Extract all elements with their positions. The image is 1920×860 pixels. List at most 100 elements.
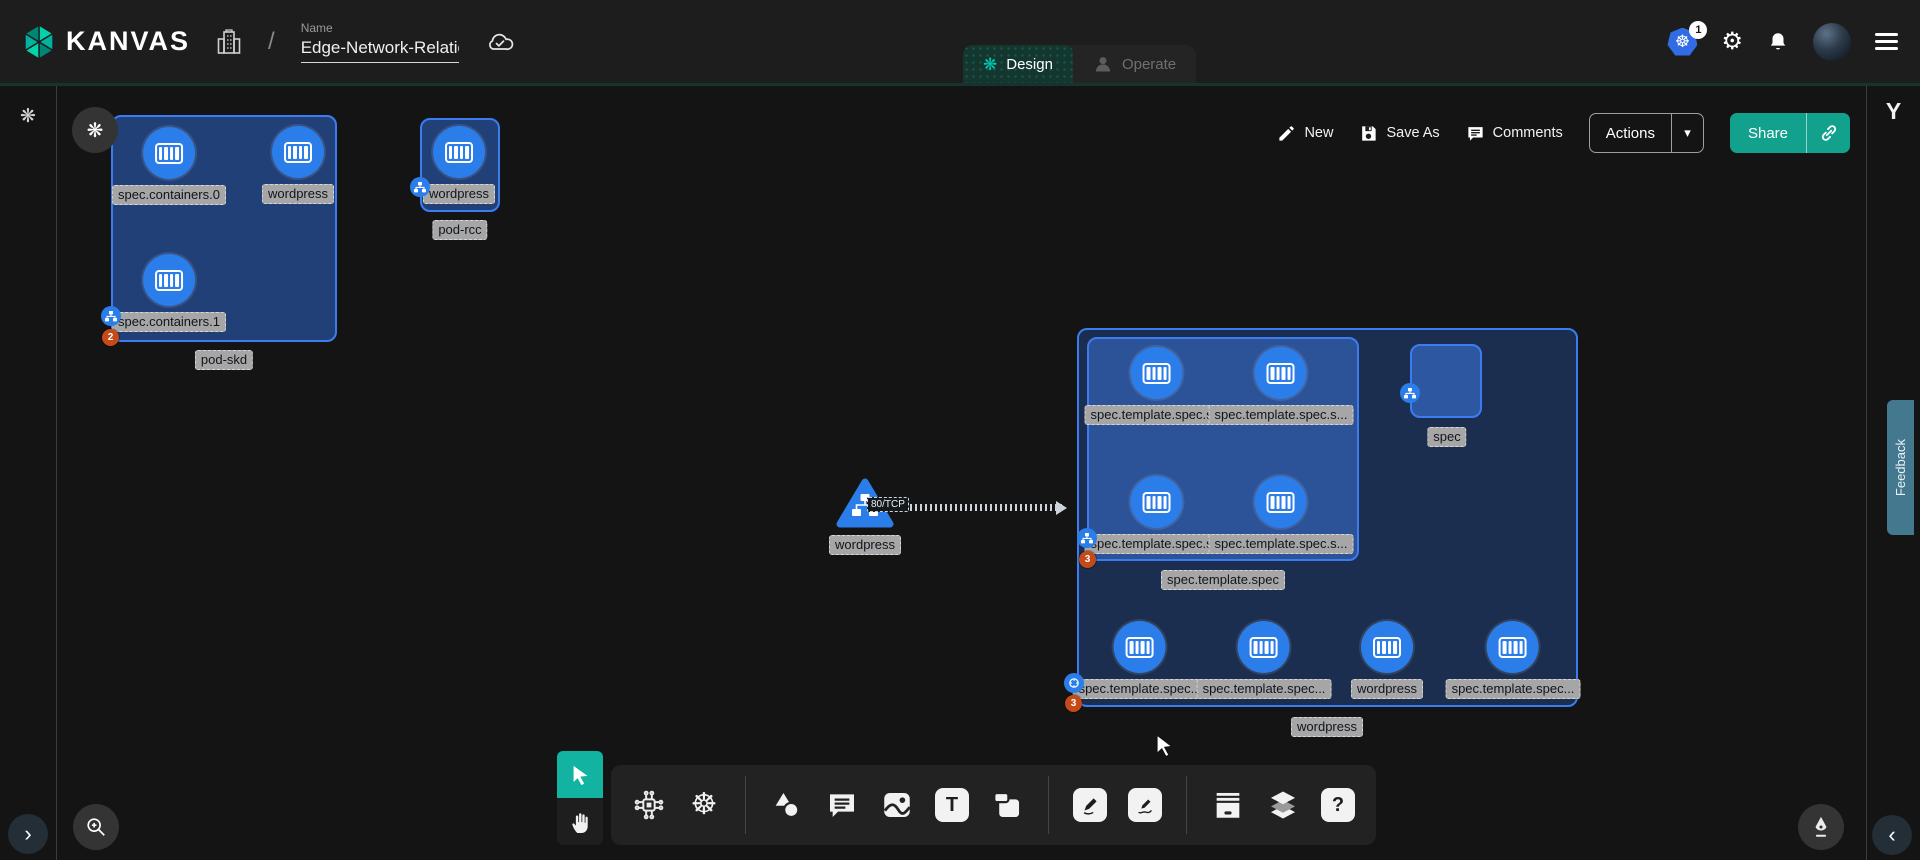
pod-relationship-badge[interactable]	[101, 306, 121, 326]
chevron-left-icon: ‹	[1888, 822, 1895, 848]
brand[interactable]: KANVAS	[22, 23, 190, 61]
feedback-tab[interactable]: Feedback	[1887, 400, 1914, 535]
expand-left-panel-button[interactable]: ›	[8, 814, 48, 854]
pod-relationship-badge[interactable]	[410, 177, 430, 197]
error-count-badge[interactable]: 3	[1065, 695, 1082, 712]
kubernetes-tool[interactable]: ☸	[684, 785, 724, 825]
share-button-label[interactable]: Share	[1730, 113, 1806, 153]
container-icon	[1114, 621, 1166, 673]
container-node[interactable]: wordpress	[1351, 621, 1423, 699]
notifications-bell-icon[interactable]	[1767, 30, 1789, 54]
pen-tool[interactable]	[1070, 785, 1110, 825]
image-tool[interactable]	[877, 785, 917, 825]
group-label: pod-rcc	[432, 220, 487, 240]
container-node[interactable]: spec.containers.0	[112, 127, 226, 205]
hamburger-menu-icon[interactable]	[1875, 33, 1898, 50]
tab-operate[interactable]: Operate	[1073, 45, 1196, 83]
shapes-tool[interactable]	[767, 785, 807, 825]
component-tool[interactable]	[629, 785, 669, 825]
service-node[interactable]: wordpress	[829, 478, 901, 555]
container-node[interactable]: spec.template.spec.s...	[1209, 476, 1354, 554]
organization-icon[interactable]	[216, 28, 242, 56]
container-node[interactable]: wordpress	[262, 126, 334, 204]
comment-tool[interactable]	[822, 785, 862, 825]
comment-tool-icon	[826, 789, 858, 821]
text-tool-icon: T	[935, 788, 969, 822]
pencil-icon	[1277, 124, 1296, 143]
new-button[interactable]: New	[1277, 124, 1333, 143]
cursor-icon	[569, 764, 591, 786]
text-tool[interactable]: T	[932, 785, 972, 825]
save-icon	[1359, 124, 1378, 143]
share-split-button[interactable]: Share	[1730, 113, 1850, 153]
spec-node[interactable]	[1410, 344, 1482, 418]
cloud-saved-icon	[485, 30, 515, 54]
design-name-block: Name	[301, 21, 459, 63]
pan-tool[interactable]	[557, 798, 603, 845]
share-link-icon[interactable]	[1806, 113, 1850, 153]
design-tab-label: Design	[1006, 56, 1053, 73]
caret-down-icon[interactable]: ▾	[1671, 114, 1703, 152]
chip-icon	[632, 788, 666, 822]
design-name-label: Name	[301, 21, 459, 35]
note-icon	[990, 788, 1024, 822]
layers-icon	[1266, 788, 1300, 822]
collapse-right-panel-button[interactable]: ‹	[1872, 815, 1912, 855]
app-header: KANVAS / Name	[0, 0, 1920, 86]
breadcrumb-separator: /	[268, 28, 275, 56]
question-icon: ?	[1321, 788, 1355, 822]
container-node[interactable]: wordpress	[423, 126, 495, 204]
actions-split-button[interactable]: Actions ▾	[1589, 113, 1704, 153]
select-tool[interactable]	[557, 751, 603, 798]
container-icon	[143, 127, 195, 179]
tab-design[interactable]: ❋ Design	[963, 45, 1073, 83]
shapes-icon	[770, 788, 804, 822]
kanvas-logo-icon	[22, 23, 56, 61]
freehand-pencil-icon	[1128, 788, 1162, 822]
canvas-flower-button[interactable]: ❋	[72, 107, 118, 153]
brand-name: KANVAS	[66, 26, 190, 57]
layers-tool[interactable]	[1263, 785, 1303, 825]
drawer-icon	[1211, 788, 1245, 822]
design-name-input[interactable]	[301, 37, 459, 63]
edge-port-label: 80/TCP	[867, 497, 909, 512]
container-node[interactable]: spec.template.spec.s...	[1209, 347, 1354, 425]
drawer-tool[interactable]	[1208, 785, 1248, 825]
node-label: spec	[1427, 427, 1466, 447]
node-label: spec.template.spec...	[1073, 679, 1208, 699]
deployment-relationship-badge[interactable]	[1064, 673, 1084, 693]
container-node[interactable]: spec.template.spec...	[1197, 621, 1332, 699]
pod-relationship-badge[interactable]	[1400, 383, 1420, 403]
pen-nib-button[interactable]	[1798, 804, 1844, 850]
comments-button[interactable]: Comments	[1466, 124, 1563, 143]
toolbar-divider	[1186, 776, 1187, 834]
pod-relationship-badge[interactable]	[1077, 528, 1097, 548]
y-panel-icon[interactable]: Y	[1867, 98, 1920, 125]
container-node[interactable]: spec.template.spec...	[1073, 621, 1208, 699]
node-label: spec.template.spec.s...	[1209, 534, 1354, 554]
magnifier-plus-icon	[85, 816, 107, 838]
kubernetes-context-button[interactable]: ☸ 1	[1667, 28, 1697, 56]
node-label: wordpress	[423, 184, 495, 204]
actions-button-label[interactable]: Actions	[1590, 114, 1671, 152]
pencil-tool[interactable]	[1125, 785, 1165, 825]
kubernetes-wheel-icon: ☸	[691, 790, 718, 820]
node-label: spec.template.spec.s...	[1209, 405, 1354, 425]
design-canvas[interactable]: pod-skd spec.containers.0 wordpress spec…	[57, 86, 1866, 860]
zoom-button[interactable]	[73, 804, 119, 850]
container-node[interactable]: spec.template.spec...	[1446, 621, 1581, 699]
kanvas-app: KANVAS / Name	[0, 0, 1920, 860]
help-tool[interactable]: ?	[1318, 785, 1358, 825]
save-as-button[interactable]: Save As	[1359, 124, 1439, 143]
comment-icon	[1466, 124, 1485, 143]
canvas-toolbar: ☸	[557, 751, 1376, 845]
container-icon	[1131, 347, 1183, 399]
user-avatar[interactable]	[1813, 23, 1851, 61]
error-count-badge[interactable]: 3	[1079, 551, 1096, 568]
note-tool[interactable]	[987, 785, 1027, 825]
settings-gear-icon[interactable]: ⚙	[1721, 30, 1743, 54]
error-count-badge[interactable]: 2	[102, 329, 119, 346]
container-node[interactable]: spec.containers.1	[112, 254, 226, 332]
toolbar-divider	[745, 776, 746, 834]
meshery-flower-icon[interactable]: ❋	[8, 96, 48, 136]
